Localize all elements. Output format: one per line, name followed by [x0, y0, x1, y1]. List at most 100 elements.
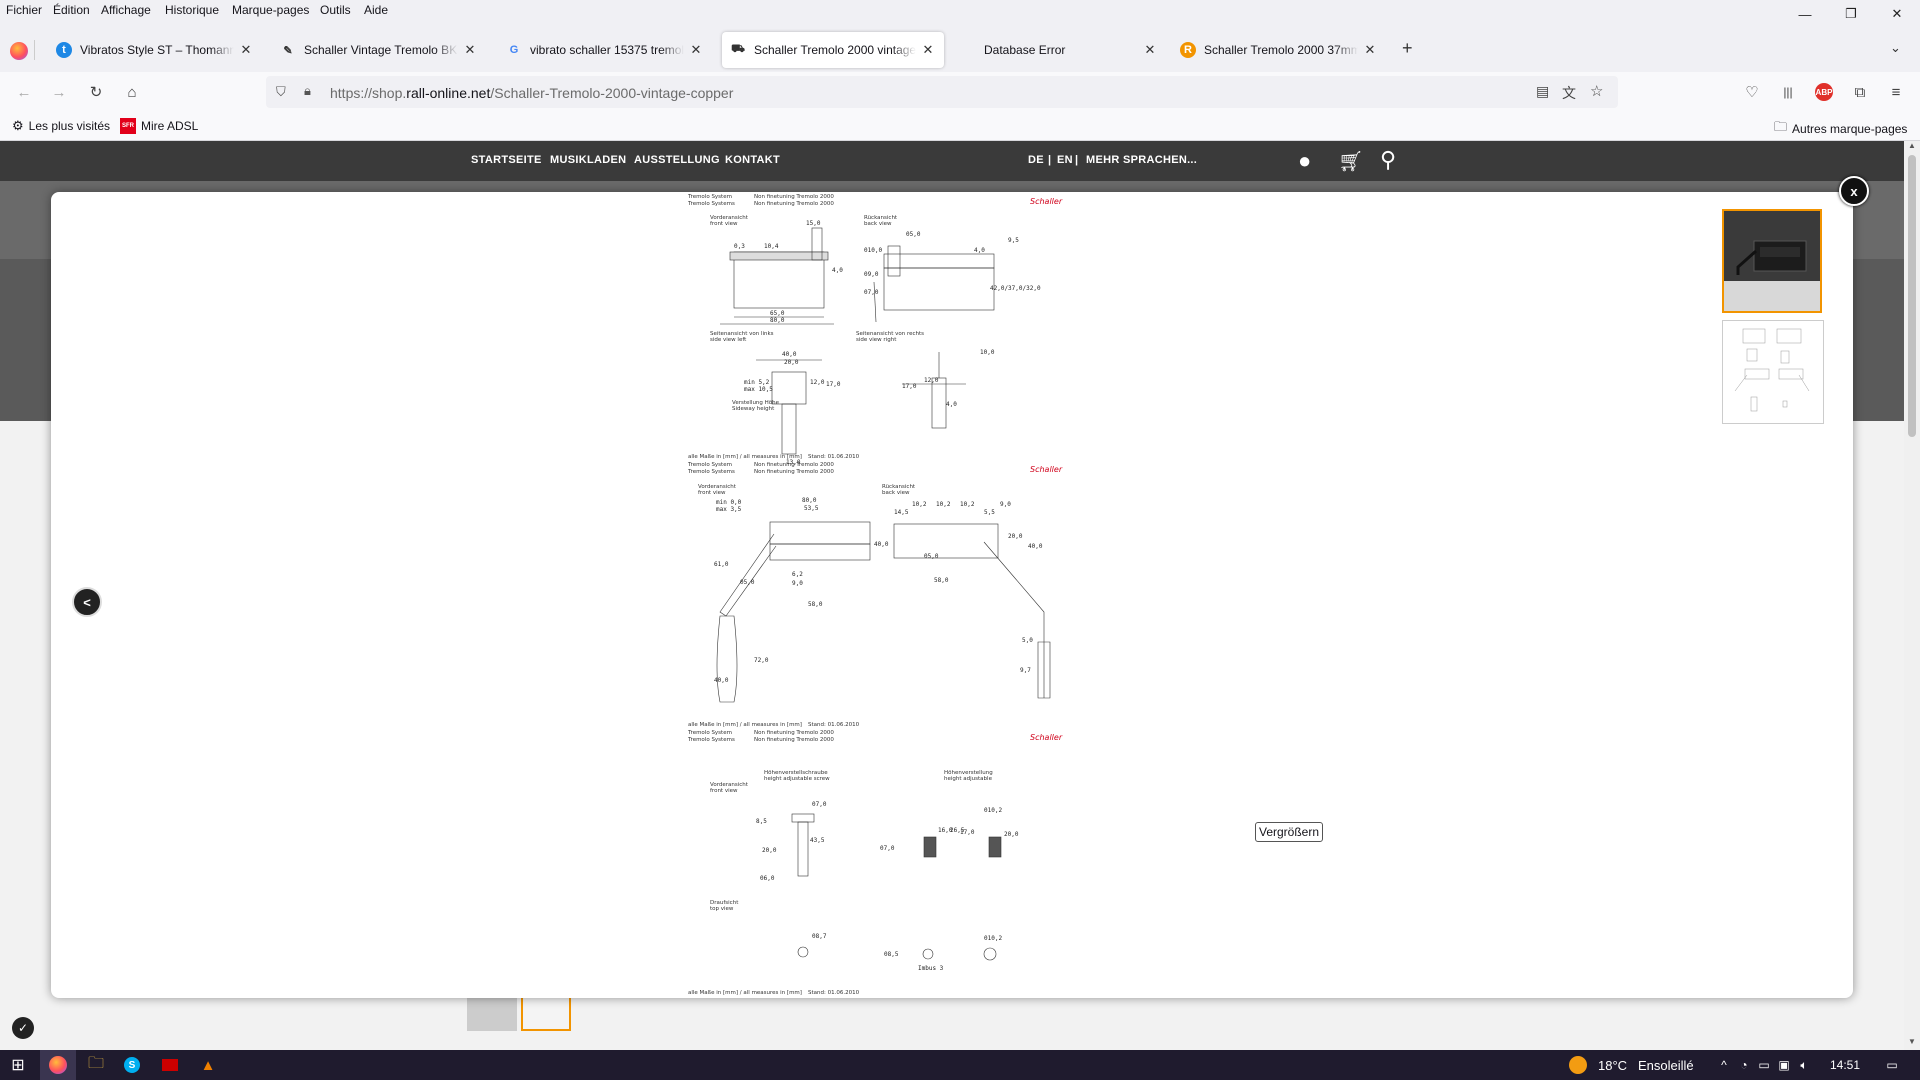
rall-favicon: R: [1180, 42, 1196, 58]
taskbar-app-icon[interactable]: [152, 1050, 188, 1080]
tab-close-icon[interactable]: ✕: [238, 42, 254, 58]
scroll-up-icon[interactable]: ▲: [1908, 141, 1916, 150]
lightbox-thumbnail-product[interactable]: [1722, 209, 1822, 313]
tab-thomann[interactable]: t Vibratos Style ST – Thomann Fra ✕: [48, 32, 262, 68]
library-icon[interactable]: |||: [1776, 80, 1800, 104]
schaller-logo-3: Schaller: [1030, 733, 1063, 742]
tab-schaller-vintage[interactable]: ✎ Schaller Vintage Tremolo BK – T ✕: [272, 32, 486, 68]
weather-temp[interactable]: 18°C: [1598, 1050, 1627, 1080]
menu-outils[interactable]: Outils: [320, 3, 351, 17]
cart-icon[interactable]: 🛒︎: [1338, 149, 1363, 174]
taskbar-explorer-icon[interactable]: 🗀: [78, 1050, 114, 1080]
adj-label-en: height adjustable: [944, 776, 993, 782]
new-tab-icon[interactable]: +: [1402, 38, 1413, 59]
pocket-icon[interactable]: ♡: [1740, 80, 1764, 104]
forward-icon[interactable]: →: [47, 80, 71, 104]
taskbar-skype-icon[interactable]: S: [114, 1050, 150, 1080]
shop-favicon: ⛟: [731, 43, 745, 55]
list-tabs-icon[interactable]: ⌄: [1890, 40, 1901, 56]
url-bar[interactable]: ⛉ 🔒︎ https://shop.rall-online.net/Schall…: [266, 76, 1618, 108]
weather-text[interactable]: Ensoleillé: [1638, 1050, 1694, 1080]
tab-close-icon[interactable]: ✕: [920, 42, 936, 58]
front-view-label-en-3: front view: [710, 788, 738, 794]
menu-aide[interactable]: Aide: [364, 3, 388, 17]
page-thumbnail-product[interactable]: [467, 993, 517, 1031]
dim: min 5,2: [744, 379, 770, 386]
menu-historique[interactable]: Historique: [165, 3, 219, 17]
tab-rall-online[interactable]: ⛟ Schaller Tremolo 2000 vintage c ✕: [722, 32, 944, 68]
menu-marque-pages[interactable]: Marque-pages: [232, 3, 309, 17]
arm-tip-left: [716, 615, 738, 703]
tray-volume-icon[interactable]: 🔈︎: [1796, 1050, 1812, 1080]
url-text[interactable]: https://shop.rall-online.net/Schaller-Tr…: [330, 85, 733, 101]
lock-icon[interactable]: 🔒︎: [304, 83, 311, 99]
translate-icon[interactable]: 文: [1562, 83, 1576, 103]
lang-separator: |: [1048, 154, 1052, 166]
lightbox-thumbnail-drawing[interactable]: [1722, 320, 1824, 424]
stand-text-3: Stand: 01.06.2010: [808, 990, 860, 996]
nav-startseite[interactable]: STARTSEITE: [471, 154, 542, 166]
nav-kontakt[interactable]: KONTAKT: [725, 154, 780, 166]
restore-icon[interactable]: ❐: [1828, 0, 1874, 28]
adblock-icon[interactable]: ABP: [1812, 80, 1836, 104]
home-icon[interactable]: ⌂: [120, 80, 144, 104]
tab-schaller-37mm[interactable]: R Schaller Tremolo 2000 37mm Bl ✕: [1172, 32, 1386, 68]
bookmark-most-visited[interactable]: ⚙ Les plus visités: [12, 118, 110, 134]
shield-icon[interactable]: ⛉: [276, 84, 286, 100]
reader-view-icon[interactable]: ▤: [1536, 83, 1549, 100]
lang-en[interactable]: EN: [1057, 154, 1073, 166]
tray-app-icon[interactable]: ◔: [1736, 1050, 1752, 1080]
tray-display-icon[interactable]: ▣: [1776, 1050, 1792, 1080]
back-icon[interactable]: ←: [12, 80, 36, 104]
scrollbar-thumb[interactable]: [1908, 155, 1916, 437]
tab-close-icon[interactable]: ✕: [688, 42, 704, 58]
windows-start-icon[interactable]: ⊞: [0, 1050, 36, 1080]
scroll-down-icon[interactable]: ▼: [1908, 1037, 1916, 1046]
taskbar-vlc-icon[interactable]: ▲: [190, 1050, 226, 1080]
reload-icon[interactable]: ↻: [84, 80, 108, 104]
bookmark-star-icon[interactable]: ☆: [1590, 82, 1603, 100]
tray-network-icon[interactable]: ▭: [1756, 1050, 1772, 1080]
other-bookmarks[interactable]: 🗀 Autres marque-pages: [1774, 118, 1907, 140]
lightbox-prev-button[interactable]: <: [72, 587, 102, 617]
lang-de[interactable]: DE: [1028, 154, 1044, 166]
zoom-button[interactable]: Vergrößern: [1255, 822, 1324, 842]
search-icon[interactable]: ⚲: [1380, 147, 1396, 173]
menu-fichier[interactable]: Fichier: [6, 3, 42, 17]
user-icon[interactable]: ●: [1298, 148, 1311, 174]
extensions-icon[interactable]: ⧉: [1848, 80, 1872, 104]
tab-google-search[interactable]: G vibrato schaller 15375 tremolo n ✕: [498, 32, 712, 68]
tab-close-icon[interactable]: ✕: [1142, 42, 1158, 58]
taskbar-clock[interactable]: 14:51: [1830, 1050, 1860, 1080]
lang-separator: |: [1075, 154, 1079, 166]
lightbox-close-button[interactable]: x: [1839, 176, 1869, 206]
dim: 40,0: [714, 677, 729, 684]
taskbar-firefox-icon[interactable]: [40, 1050, 76, 1080]
dim: 05,0: [906, 231, 921, 238]
menu-affichage[interactable]: Affichage: [101, 3, 151, 17]
tab-close-icon[interactable]: ✕: [1362, 42, 1378, 58]
dim: 58,0: [808, 601, 823, 608]
bookmark-mire-adsl[interactable]: SFR Mire ADSL: [120, 118, 198, 134]
close-window-icon[interactable]: ✕: [1874, 0, 1920, 28]
dim: 20,0: [784, 359, 799, 366]
dim: 20,0: [1008, 533, 1023, 540]
stand-text: Stand: 01.06.2010: [808, 454, 860, 460]
tab-close-icon[interactable]: ✕: [462, 42, 478, 58]
minimize-icon[interactable]: —: [1782, 0, 1828, 28]
notification-icon[interactable]: ▭: [1878, 1050, 1906, 1080]
nav-ausstellung[interactable]: AUSSTELLUNG: [634, 154, 720, 166]
tab-database-error[interactable]: Database Error ✕: [952, 32, 1166, 68]
vertical-scrollbar[interactable]: ▲ ▼: [1904, 141, 1920, 1050]
app-menu-icon[interactable]: ≡: [1884, 80, 1908, 104]
back-view-label-en: back view: [864, 221, 892, 227]
weather-icon[interactable]: [1566, 1050, 1590, 1080]
security-badge-icon[interactable]: ✓: [12, 1017, 34, 1039]
menu-edition[interactable]: Édition: [53, 3, 90, 17]
nav-musikladen[interactable]: MUSIKLADEN: [550, 154, 626, 166]
lang-more[interactable]: MEHR SPRACHEN...: [1086, 154, 1197, 166]
firefox-icon[interactable]: [10, 42, 28, 60]
tray-chevron-icon[interactable]: ^: [1716, 1050, 1732, 1080]
dim: 9,0: [792, 580, 803, 587]
page-thumbnail-drawing[interactable]: [521, 993, 571, 1031]
